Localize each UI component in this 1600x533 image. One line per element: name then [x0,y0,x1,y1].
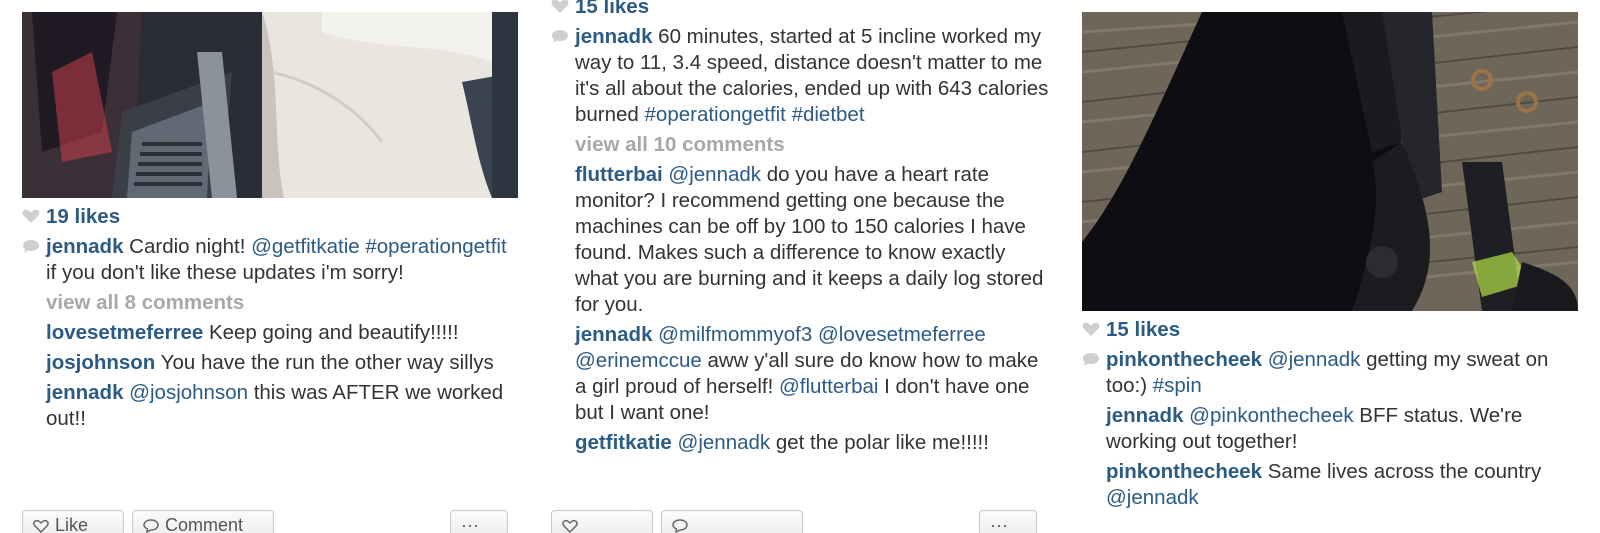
comment: jennadk @josjohnson this was AFTER we wo… [22,380,522,432]
username-link[interactable]: pinkonthecheek [1106,460,1262,483]
username-link[interactable]: lovesetmeferree [46,321,203,344]
mention-link[interactable]: @pinkonthecheek [1189,404,1353,427]
comment-text: get the polar like me!!!!! [770,431,989,454]
like-button[interactable] [551,510,653,533]
username-link[interactable]: jennadk [575,323,652,346]
comment-text: Cardio night! [123,235,252,258]
username-link[interactable]: jennadk [575,25,652,48]
likes-count[interactable]: 19 likes [22,204,522,230]
caption: jennadk Cardio night! @getfitkatie #oper… [22,234,522,286]
comment-button[interactable] [661,510,803,533]
comment-label: Comment [165,515,244,533]
post-text: 15 likes pinkonthecheek @jennadk getting… [1082,317,1582,515]
heart-icon [1082,322,1100,336]
mention-link[interactable]: @jennadk [1268,348,1361,371]
username-link[interactable]: jennadk [46,235,123,258]
options-button[interactable]: ··· [979,510,1037,533]
comment-text: if you don't like these updates i'm sorr… [46,261,404,284]
mention-link[interactable]: @erinemccue [575,349,702,372]
caption: jennadk 60 minutes, started at 5 incline… [551,24,1051,128]
likes-count[interactable]: 15 likes [551,0,1051,20]
mention-link[interactable]: @jennadk [668,163,761,186]
hashtag-link[interactable]: #spin [1153,374,1202,397]
username-link[interactable]: jennadk [46,381,123,404]
ellipsis-icon: ··· [461,515,479,533]
post-text: 19 likes jennadk Cardio night! @getfitka… [22,204,522,436]
username-link[interactable]: josjohnson [46,351,155,374]
username-link[interactable]: getfitkatie [575,431,672,454]
username-link[interactable]: pinkonthecheek [1106,348,1262,371]
like-button[interactable]: Like [22,510,124,533]
hashtag-link[interactable]: #dietbet [792,103,865,126]
likes-count[interactable]: 15 likes [1082,317,1582,343]
post-text: 15 likes jennadk 60 minutes, started at … [551,0,1051,460]
post-photo-treadmill[interactable] [22,12,518,198]
likes-label: 19 likes [46,205,121,228]
options-button[interactable]: ··· [450,510,508,533]
heart-icon [562,520,578,533]
comment-bubble-icon [23,240,39,253]
comment: flutterbai @jennadk do you have a heart … [551,162,1051,318]
comment: jennadk @pinkonthecheek BFF status. We'r… [1082,403,1582,455]
comment-button[interactable]: Comment [132,510,274,533]
comment: jennadk @milfmommyof3 @lovesetmeferree @… [551,322,1051,426]
comment: pinkonthecheek Same lives across the cou… [1082,459,1582,511]
comment: getfitkatie @jennadk get the polar like … [551,430,1051,456]
comment-bubble-icon [143,519,159,533]
mention-link[interactable]: @getfitkatie [251,235,360,258]
username-link[interactable]: flutterbai [575,163,663,186]
comment-text: Same lives across the country [1262,460,1542,483]
comment: lovesetmeferree Keep going and beautify!… [22,320,522,346]
comment-bubble-icon [552,30,568,43]
comment-bubble-icon [672,519,688,533]
comment-text: Keep going and beautify!!!!! [203,321,459,344]
caption: pinkonthecheek @jennadk getting my sweat… [1082,347,1582,399]
likes-label: 15 likes [575,0,650,18]
heart-icon [33,520,49,533]
like-label: Like [55,515,89,533]
post-photo-spin-bike[interactable] [1082,12,1578,311]
mention-link[interactable]: @jennadk [1106,486,1199,509]
mention-link[interactable]: @lovesetmeferree [818,323,986,346]
mention-link[interactable]: @flutterbai [779,375,878,398]
ellipsis-icon: ··· [990,515,1008,533]
comment-bubble-icon [1083,353,1099,366]
mention-link[interactable]: @josjohnson [129,381,248,404]
mention-link[interactable]: @jennadk [678,431,771,454]
hashtag-link[interactable]: #operationgetfit [645,103,786,126]
comment: josjohnson You have the run the other wa… [22,350,522,376]
comment-text: You have the run the other way sillys [155,351,494,374]
heart-icon [551,0,569,13]
view-all-comments-link[interactable]: view all 10 comments [551,132,1051,158]
view-all-comments-link[interactable]: view all 8 comments [22,290,522,316]
hashtag-link[interactable]: #operationgetfit [365,235,506,258]
likes-label: 15 likes [1106,318,1181,341]
username-link[interactable]: jennadk [1106,404,1183,427]
heart-icon [22,209,40,223]
mention-link[interactable]: @milfmommyof3 [658,323,812,346]
